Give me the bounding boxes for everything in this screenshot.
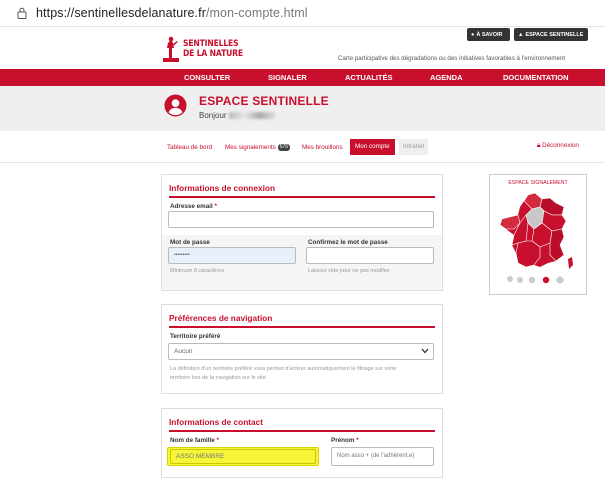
redacted-username <box>228 112 275 120</box>
sentinel-logo-icon <box>163 36 179 62</box>
territoire-help-1: La définition d'un territoire préféré vo… <box>170 366 397 372</box>
page-title: ESPACE SENTINELLE <box>199 94 329 108</box>
lock-icon: 🔒︎ <box>537 142 541 149</box>
user-avatar-icon <box>164 94 187 117</box>
tab-mon-compte[interactable]: Mon compte <box>350 139 395 155</box>
preferences-title: Préférences de navigation <box>169 313 435 328</box>
site-logo[interactable]: SENTINELLES DE LA NATURE <box>163 33 263 65</box>
password-label: Mot de passe <box>170 239 210 246</box>
nav-consulter[interactable]: CONSULTER <box>184 69 230 86</box>
tab-mes-brouillons[interactable]: Mes brouillons <box>302 141 343 155</box>
espace-signalement-card[interactable]: ESPACE SIGNALEMENT <box>489 174 587 295</box>
logout-link[interactable]: 🔒︎ Déconnexion <box>537 142 579 150</box>
nav-agenda[interactable]: AGENDA <box>430 69 463 86</box>
territoire-help-2: territoire lors de la navigation sur le … <box>170 375 268 381</box>
lock-icon <box>17 7 27 19</box>
info-icon: ● <box>471 31 475 38</box>
password-field[interactable]: ••••••••• <box>168 247 296 264</box>
nav-actualites[interactable]: ACTUALITÉS <box>345 69 393 86</box>
user-icon: ▲ <box>518 31 524 38</box>
espace-sentinelle-button[interactable]: ▲ ESPACE SENTINELLE <box>514 28 588 41</box>
tab-tableau-de-bord[interactable]: Tableau de bord <box>167 141 212 155</box>
nav-documentation[interactable]: DOCUMENTATION <box>503 69 569 86</box>
prenom-label: Prénom * <box>331 437 359 444</box>
main-nav: CONSULTER SIGNALER ACTUALITÉS AGENDA DOC… <box>0 69 605 86</box>
nom-label: Nom de famille * <box>170 437 219 444</box>
territoire-label: Territoire préféré <box>170 333 221 340</box>
site-tagline: Carte participative des dégradations ou … <box>338 55 566 62</box>
tab-intranet[interactable]: Intranet <box>399 139 429 155</box>
nav-signaler[interactable]: SIGNALER <box>268 69 307 86</box>
nom-field[interactable]: ASSO MEMBRE <box>170 449 316 464</box>
email-label: Adresse email * <box>170 203 217 210</box>
a-savoir-button[interactable]: ● À SAVOIR <box>467 28 510 41</box>
password-help: Minimum 8 caractères <box>170 268 225 274</box>
tab-mes-signalements[interactable]: Mes signalements 576 <box>225 141 291 155</box>
contact-title: Informations de contact <box>169 417 435 432</box>
signalements-count-badge: 576 <box>277 143 291 151</box>
confirm-password-label: Confirmez le mot de passe <box>308 239 388 246</box>
site-header: SENTINELLES DE LA NATURE ● À SAVOIR ▲ ESPA… <box>0 28 605 68</box>
confirm-password-field[interactable] <box>306 247 434 264</box>
territoire-select[interactable]: Aucun <box>168 343 434 360</box>
page-banner: ESPACE SENTINELLE Bonjour <box>0 86 605 131</box>
confirm-password-help: Laissez vide pour ne pas modifier <box>308 268 390 274</box>
email-field[interactable] <box>168 211 434 228</box>
url-text[interactable]: https://sentinellesdelanature.fr/mon-com… <box>36 6 308 20</box>
account-subnav: Tableau de bord Mes signalements 576 Mes … <box>0 131 605 163</box>
prenom-field[interactable]: Nom asso + (de l'adhérent.e) <box>331 447 434 466</box>
greeting: Bonjour <box>199 111 275 120</box>
connexion-title: Informations de connexion <box>169 183 435 198</box>
logo-text: SENTINELLES DE LA NATURE <box>183 39 243 59</box>
chevron-down-icon <box>421 348 429 354</box>
france-map <box>499 192 573 284</box>
browser-url-bar[interactable]: https://sentinellesdelanature.fr/mon-com… <box>0 0 605 27</box>
